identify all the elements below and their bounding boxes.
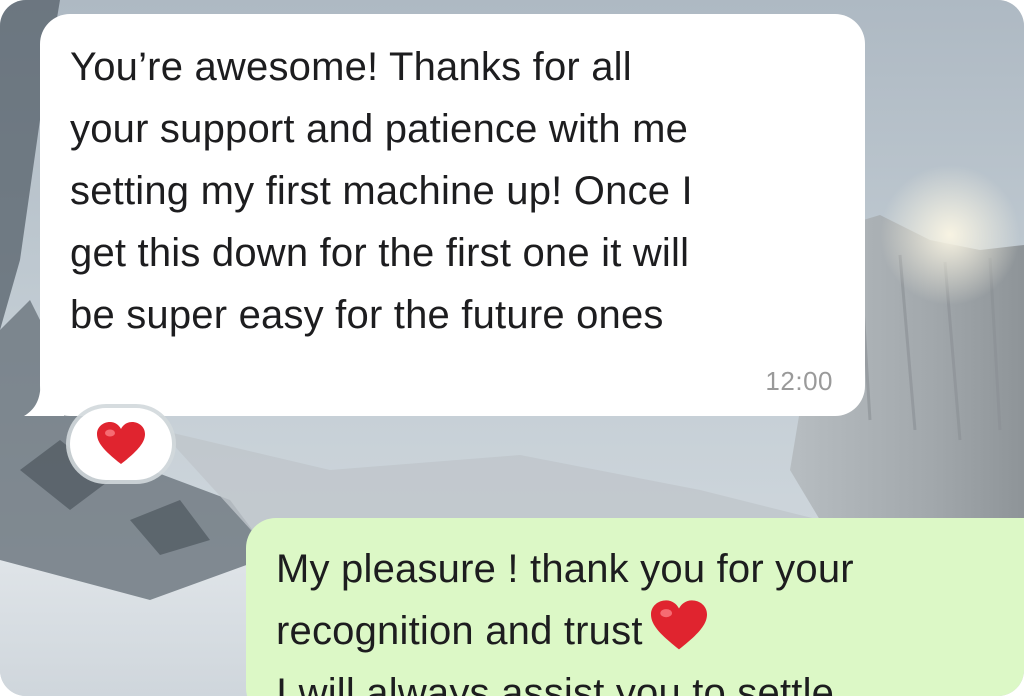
- chat-screenshot: You’re awesome! Thanks for all your supp…: [0, 0, 1024, 696]
- message-timestamp: 12:00: [765, 366, 833, 396]
- bubble-tail: [24, 376, 64, 416]
- outgoing-message-line: I will always assist you to settle: [276, 671, 835, 696]
- reaction-badge[interactable]: [70, 408, 172, 480]
- heart-icon: [650, 600, 707, 650]
- heart-icon: [97, 422, 145, 464]
- incoming-message-text: You’re awesome! Thanks for all your supp…: [70, 45, 693, 337]
- outgoing-message-text: recognition and trust: [276, 609, 643, 653]
- incoming-message[interactable]: You’re awesome! Thanks for all your supp…: [24, 14, 865, 416]
- outgoing-message[interactable]: My pleasure ! thank you for your recogni…: [246, 518, 1024, 696]
- outgoing-message-line: My pleasure ! thank you for your: [276, 547, 854, 591]
- outgoing-message-line: recognition and trust: [276, 600, 1024, 662]
